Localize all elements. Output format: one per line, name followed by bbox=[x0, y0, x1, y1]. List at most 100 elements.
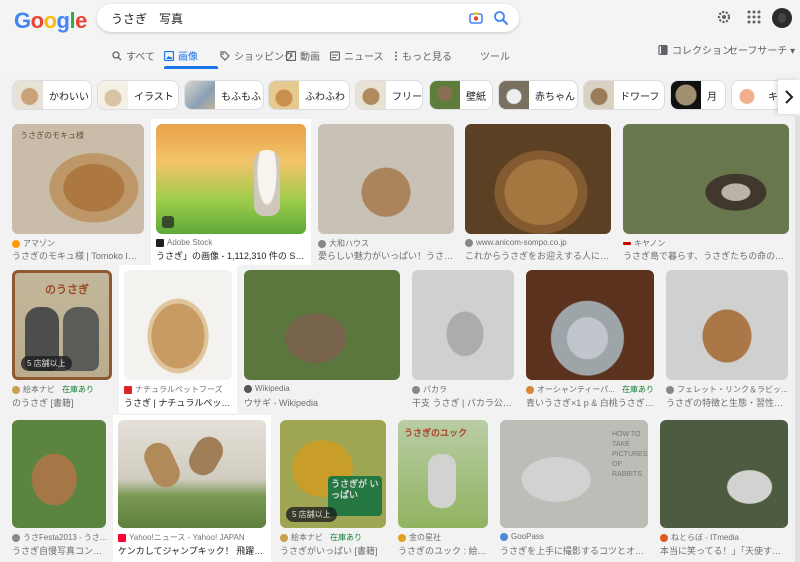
result-card[interactable]: うさFesta2013 - うさ... うさぎ自慢写真コンテス... bbox=[12, 420, 106, 560]
chip-moon[interactable]: 月 bbox=[670, 80, 726, 110]
chip-free[interactable]: フリー bbox=[355, 80, 423, 110]
result-title[interactable]: 本当に笑ってる！」「天使すぎる... bbox=[660, 544, 788, 557]
result-image[interactable] bbox=[118, 420, 266, 528]
result-source[interactable]: 絵本ナビ 在庫あり bbox=[12, 384, 112, 395]
result-image[interactable] bbox=[666, 270, 788, 380]
chip-fuwafuwa[interactable]: ふわふわ bbox=[268, 80, 350, 110]
result-image[interactable] bbox=[412, 270, 514, 380]
search-box[interactable]: うさぎ 写真 bbox=[97, 4, 519, 32]
result-card[interactable]: オーシャンティーパ... 在庫あり 青いうさぎ×1 p & 白桃うさぎ×2 p..… bbox=[526, 270, 654, 410]
result-title[interactable]: 干支 うさぎ | パカラ公式オ... bbox=[412, 396, 514, 409]
result-title[interactable]: これからうさぎをお迎えする人に読んで... bbox=[465, 249, 611, 262]
apps-grid-icon[interactable] bbox=[746, 9, 762, 25]
result-card[interactable]: Yahoo!ニュース - Yahoo! JAPAN ケンカしてジャンプキック！ … bbox=[118, 420, 266, 558]
result-image[interactable] bbox=[12, 420, 106, 528]
result-card[interactable]: パカラ 干支 うさぎ | パカラ公式オ... bbox=[412, 270, 514, 410]
result-source[interactable]: うさFesta2013 - うさ... bbox=[12, 532, 106, 543]
result-source[interactable]: 金の星社 bbox=[398, 532, 488, 543]
result-title[interactable]: うさぎの特徴と生態・習性につい... bbox=[666, 396, 788, 409]
collection-button[interactable]: コレクション bbox=[658, 42, 732, 57]
result-source[interactable]: ねとらぼ - ITmedia bbox=[660, 532, 788, 543]
result-card[interactable]: HOW TO TAKE PICTURES OF RABBITS GooPass … bbox=[500, 420, 648, 560]
result-image[interactable]: HOW TO TAKE PICTURES OF RABBITS bbox=[500, 420, 648, 528]
tab-all[interactable]: すべて bbox=[112, 48, 155, 63]
result-card[interactable]: フェレット・リンク＆ラビッ... うさぎの特徴と生態・習性につい... bbox=[666, 270, 788, 410]
result-image[interactable]: うさぎのユック bbox=[398, 420, 488, 528]
gear-icon[interactable] bbox=[716, 9, 732, 25]
result-title[interactable]: うさぎのユック : 絵門... bbox=[398, 544, 488, 557]
chip-dwarf[interactable]: ドワーフ bbox=[583, 80, 665, 110]
result-source[interactable]: 絵本ナビ 在庫あり bbox=[280, 532, 386, 543]
tab-videos[interactable]: 動画 bbox=[286, 48, 320, 63]
result-title[interactable]: のうさぎ [書籍] bbox=[12, 396, 112, 409]
result-title[interactable]: うさぎ | ナチュラルペットフ... bbox=[124, 396, 232, 409]
google-logo[interactable]: Google bbox=[14, 8, 87, 34]
source-name: ねとらぼ - ITmedia bbox=[671, 533, 740, 542]
result-image[interactable]: うさぎのモキュ様 bbox=[12, 124, 144, 234]
chips-next-button[interactable] bbox=[778, 80, 800, 114]
result-source[interactable]: GooPass bbox=[500, 532, 648, 541]
result-image[interactable] bbox=[526, 270, 654, 380]
search-icon[interactable] bbox=[493, 10, 509, 26]
result-source[interactable]: 大和ハウス bbox=[318, 238, 454, 249]
result-card[interactable]: のうさぎ 5 店舗以上 絵本ナビ 在庫あり のうさぎ [書籍] bbox=[12, 270, 112, 410]
result-source[interactable]: オーシャンティーパ... 在庫あり bbox=[526, 384, 654, 395]
result-title[interactable]: うさぎのモキュ様 | Tomoko Imai |本 bbox=[12, 249, 144, 262]
result-source[interactable]: パカラ bbox=[412, 384, 514, 395]
result-card[interactable]: ねとらぼ - ITmedia 本当に笑ってる！」「天使すぎる... bbox=[660, 420, 788, 560]
result-title[interactable]: ケンカしてジャンプキック！ 飛躍の卯年... bbox=[118, 544, 266, 557]
chip-illust[interactable]: イラスト bbox=[97, 80, 179, 110]
result-card[interactable]: 大和ハウス 愛らしい魅力がいっぱい！うさぎと... bbox=[318, 124, 454, 262]
chip-baby[interactable]: 赤ちゃん bbox=[498, 80, 578, 110]
result-card[interactable]: キヤノン うさぎ島で暮らす、うさぎたちの命のきらめ... bbox=[623, 124, 789, 262]
search-input[interactable]: うさぎ 写真 bbox=[111, 10, 183, 27]
result-card[interactable]: Wikipedia ウサギ - Wikipedia bbox=[244, 270, 400, 410]
result-image[interactable]: のうさぎ 5 店舗以上 bbox=[12, 270, 112, 380]
result-card[interactable]: うさぎのモキュ様 アマゾン うさぎのモキュ様 | Tomoko Imai |本 bbox=[12, 124, 144, 262]
result-source[interactable]: Wikipedia bbox=[244, 384, 400, 393]
result-card[interactable]: www.anicom-sompo.co.jp これからうさぎをお迎えする人に読ん… bbox=[465, 124, 611, 262]
result-image[interactable] bbox=[124, 270, 232, 380]
result-image[interactable] bbox=[318, 124, 454, 234]
chip-label: ふわふわ bbox=[305, 91, 345, 103]
rabbit-shape bbox=[428, 454, 456, 508]
tab-shopping[interactable]: ショッピング bbox=[220, 48, 294, 63]
result-title[interactable]: うさぎを上手に撮影するコツとオススメ... bbox=[500, 544, 648, 557]
chip-mofumofu[interactable]: もふもふ bbox=[184, 80, 264, 110]
account-avatar[interactable] bbox=[772, 8, 792, 28]
chip-kawaii[interactable]: かわいい bbox=[12, 80, 92, 110]
result-source[interactable]: フェレット・リンク＆ラビッ... bbox=[666, 384, 788, 395]
result-source[interactable]: ナチュラルペットフーズ bbox=[124, 384, 232, 395]
news-icon bbox=[330, 50, 340, 61]
result-title[interactable]: うさぎ」の画像 - 1,112,310 件の Stock 写... bbox=[156, 249, 306, 262]
tab-more[interactable]: もっと見る bbox=[394, 48, 452, 63]
result-source[interactable]: www.anicom-sompo.co.jp bbox=[465, 238, 611, 247]
camera-lens-icon[interactable] bbox=[469, 11, 483, 25]
result-source[interactable]: キヤノン bbox=[623, 238, 789, 249]
result-source[interactable]: Adobe Stock bbox=[156, 238, 306, 247]
result-title[interactable]: 青いうさぎ×1 p & 白桃うさぎ×2 p... bbox=[526, 396, 654, 409]
result-title[interactable]: ウサギ - Wikipedia bbox=[244, 396, 400, 409]
result-image[interactable] bbox=[623, 124, 789, 234]
result-image[interactable] bbox=[244, 270, 400, 380]
result-title[interactable]: うさぎがいっぱい [書籍] bbox=[280, 544, 386, 557]
tab-news[interactable]: ニュース bbox=[330, 48, 384, 63]
result-card[interactable]: Adobe Stock うさぎ」の画像 - 1,112,310 件の Stock… bbox=[156, 124, 306, 262]
result-card[interactable]: うさぎが いっぱい 5 店舗以上 絵本ナビ 在庫あり うさぎがいっぱい [書籍] bbox=[280, 420, 386, 560]
result-image[interactable] bbox=[660, 420, 788, 528]
safesearch-dropdown[interactable]: セーフサーチ ▾ bbox=[728, 42, 795, 57]
result-image[interactable] bbox=[156, 124, 306, 234]
result-title[interactable]: うさぎ自慢写真コンテス... bbox=[12, 544, 106, 557]
result-image[interactable]: うさぎが いっぱい 5 店舗以上 bbox=[280, 420, 386, 528]
result-card[interactable]: うさぎのユック 金の星社 うさぎのユック : 絵門... bbox=[398, 420, 488, 560]
result-title[interactable]: うさぎ島で暮らす、うさぎたちの命のきらめ... bbox=[623, 249, 789, 262]
tools-button[interactable]: ツール bbox=[480, 48, 510, 63]
tab-images[interactable]: 画像 bbox=[164, 48, 198, 63]
result-image[interactable] bbox=[465, 124, 611, 234]
result-card[interactable]: ナチュラルペットフーズ うさぎ | ナチュラルペットフ... bbox=[124, 270, 232, 408]
chip-wallpaper[interactable]: 壁紙 bbox=[429, 80, 493, 110]
result-source[interactable]: アマゾン bbox=[12, 238, 144, 249]
result-title[interactable]: 愛らしい魅力がいっぱい！うさぎと... bbox=[318, 249, 454, 262]
scrollbar[interactable] bbox=[795, 116, 800, 562]
result-source[interactable]: Yahoo!ニュース - Yahoo! JAPAN bbox=[118, 532, 266, 543]
